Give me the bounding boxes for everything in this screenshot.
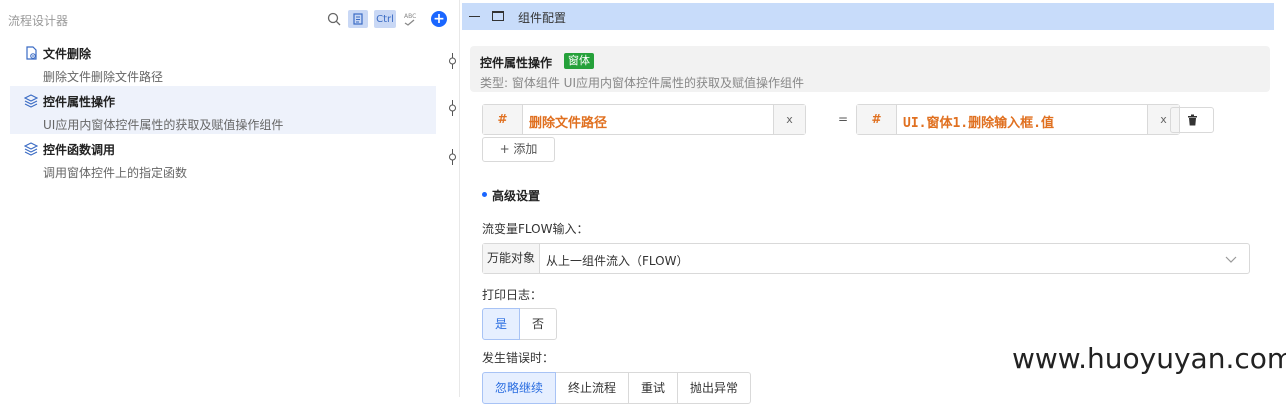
designer-header: 流程设计器 Ctrl ABC + <box>0 0 460 38</box>
on-error-options: 忽略继续 终止流程 重试 抛出异常 <box>482 372 752 404</box>
file-delete-icon <box>24 46 38 60</box>
layers-icon <box>23 94 39 108</box>
print-log-toggle: 是 否 <box>482 308 558 340</box>
spellcheck-icon[interactable]: ABC <box>401 10 419 28</box>
flow-input-value: 从上一组件流入（FLOW） <box>546 254 689 268</box>
config-header: 组件配置 <box>462 3 1274 30</box>
component-tag-badge: 窗体 <box>564 53 594 69</box>
component-name: 控件属性操作 <box>480 56 553 70</box>
target-variable-value[interactable]: 删除文件路径 <box>529 112 607 131</box>
tree-item-title: 控件属性操作 <box>43 95 116 109</box>
connector-port-icon[interactable] <box>448 100 457 116</box>
component-config-panel: 组件配置 控件属性操作 窗体 类型: 窗体组件 UI应用内窗体控件属性的获取及赋… <box>462 0 1286 404</box>
tree-item-desc: 删除文件删除文件路径 <box>43 70 164 84</box>
connector-port-icon[interactable] <box>448 149 457 165</box>
component-type: 类型: 窗体组件 UI应用内窗体控件属性的获取及赋值操作组件 <box>480 76 804 90</box>
advanced-settings-title: 高级设置 <box>492 189 541 203</box>
add-row-button[interactable]: + 添加 <box>482 137 555 162</box>
add-icon[interactable]: + <box>431 11 447 27</box>
svg-text:ABC: ABC <box>404 13 416 20</box>
maximize-icon[interactable] <box>492 11 504 21</box>
print-log-label: 打印日志： <box>482 288 543 302</box>
ctrl-icon[interactable]: Ctrl <box>374 10 396 28</box>
tree-item-control-function[interactable]: 控件函数调用 调用窗体控件上的指定函数 <box>10 134 436 182</box>
chevron-down-icon <box>1225 253 1237 265</box>
target-variable-field[interactable]: # 删除文件路径 x <box>482 104 806 135</box>
error-throw-button[interactable]: 抛出异常 <box>677 372 752 404</box>
delete-row-button[interactable] <box>1170 107 1214 133</box>
layers-icon <box>23 142 39 156</box>
on-error-label: 发生错误时： <box>482 351 555 365</box>
flow-designer-panel: 流程设计器 Ctrl ABC + 文件删除 删除文件删除文件路径 控件属性操作 … <box>0 0 460 397</box>
config-title: 组件配置 <box>518 11 567 25</box>
flow-type-prefix: 万能对象 <box>483 244 540 273</box>
equals-sign: = <box>838 112 849 126</box>
tree-item-desc: 调用窗体控件上的指定函数 <box>43 166 188 180</box>
flow-input-label: 流变量FLOW输入： <box>482 222 589 236</box>
error-ignore-button[interactable]: 忽略继续 <box>482 372 557 404</box>
tree-item-title: 控件函数调用 <box>43 143 116 157</box>
error-retry-button[interactable]: 重试 <box>628 372 679 404</box>
search-icon[interactable] <box>325 10 343 28</box>
clear-target-button[interactable]: x <box>773 105 805 134</box>
error-stop-button[interactable]: 终止流程 <box>555 372 630 404</box>
variable-hash-icon[interactable]: # <box>857 105 897 134</box>
component-info: 控件属性操作 窗体 类型: 窗体组件 UI应用内窗体控件属性的获取及赋值操作组件 <box>470 46 1270 92</box>
document-icon[interactable] <box>348 10 368 28</box>
tree-item-title: 文件删除 <box>43 47 92 61</box>
tree-item-file-delete[interactable]: 文件删除 删除文件删除文件路径 <box>10 38 436 86</box>
minimize-icon[interactable] <box>469 16 480 17</box>
source-expression-value[interactable]: UI.窗体1.删除输入框.值 <box>903 112 1054 131</box>
watermark-text: www.huoyuyan.com <box>1012 342 1286 375</box>
designer-title: 流程设计器 <box>8 14 69 28</box>
flow-input-select[interactable]: 万能对象 从上一组件流入（FLOW） <box>482 243 1250 274</box>
tree-item-control-property[interactable]: 控件属性操作 UI应用内窗体控件属性的获取及赋值操作组件 <box>10 86 436 134</box>
bullet-icon <box>482 192 487 197</box>
trash-icon <box>1187 114 1197 126</box>
connector-port-icon[interactable] <box>448 53 457 69</box>
tree-item-desc: UI应用内窗体控件属性的获取及赋值操作组件 <box>43 118 284 132</box>
source-expression-field[interactable]: # UI.窗体1.删除输入框.值 x <box>856 104 1180 135</box>
assignment-row: # 删除文件路径 x = # UI.窗体1.删除输入框.值 x <box>482 104 1180 135</box>
variable-hash-icon[interactable]: # <box>483 105 523 134</box>
log-no-button[interactable]: 否 <box>519 308 558 340</box>
log-yes-button[interactable]: 是 <box>482 308 521 340</box>
